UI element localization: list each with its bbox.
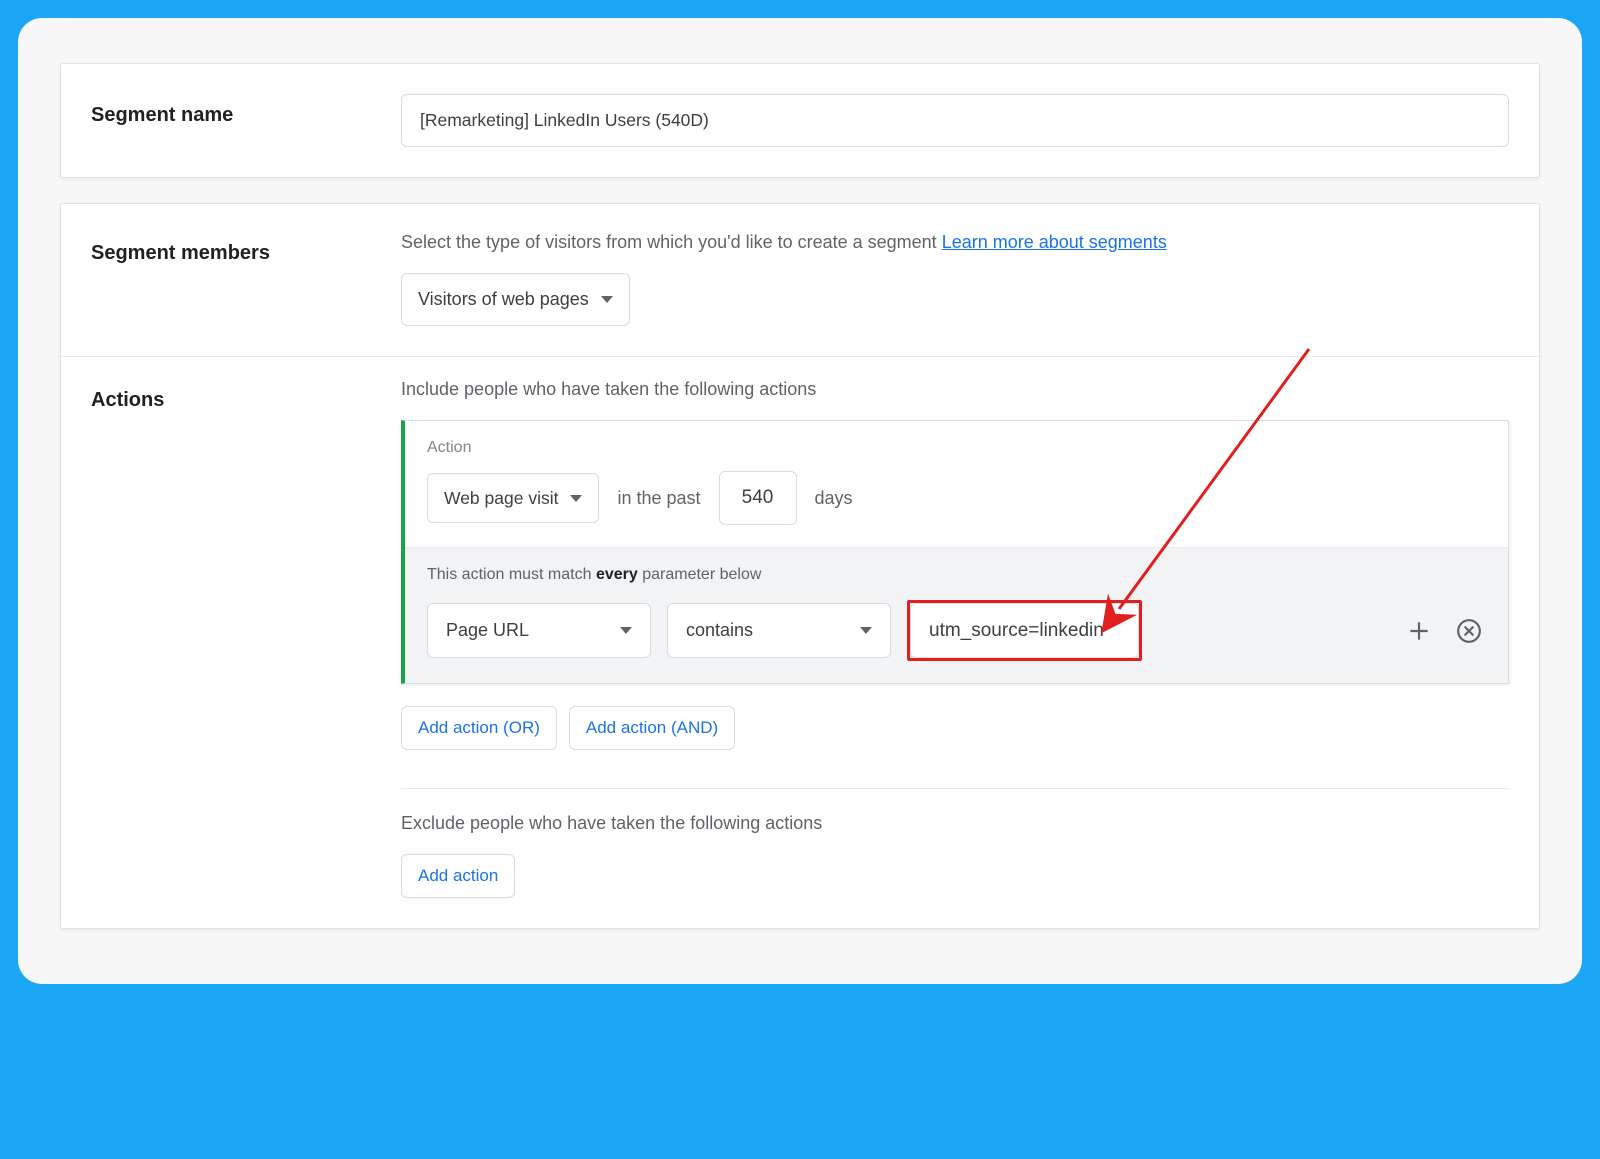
param-field-selected: Page URL (446, 620, 529, 641)
exclude-subtitle: Exclude people who have taken the follow… (401, 813, 1509, 834)
action-type-dropdown[interactable]: Web page visit (427, 473, 599, 523)
add-action-and-button[interactable]: Add action (AND) (569, 706, 735, 750)
close-circle-icon (1456, 618, 1482, 644)
learn-more-link[interactable]: Learn more about segments (942, 232, 1167, 252)
plus-icon (1406, 618, 1432, 644)
segment-name-card: Segment name (60, 63, 1540, 178)
actions-label: Actions (91, 379, 401, 898)
past-text: in the past (617, 488, 700, 509)
action-heading: Action (427, 439, 1486, 457)
segment-name-input[interactable] (401, 94, 1509, 147)
visitor-type-selected: Visitors of web pages (418, 289, 589, 310)
param-operator-dropdown[interactable]: contains (667, 603, 891, 658)
segment-members-desc-text: Select the type of visitors from which y… (401, 232, 942, 252)
param-title-bold: every (596, 566, 638, 583)
add-action-row: Add action (OR) Add action (AND) (401, 706, 1509, 750)
remove-parameter-button[interactable] (1452, 614, 1486, 648)
param-value-input[interactable] (910, 603, 1139, 658)
segment-members-card: Segment members Select the type of visit… (60, 203, 1540, 929)
parameter-block: This action must match every parameter b… (405, 547, 1508, 683)
param-value-highlight (907, 600, 1142, 661)
add-parameter-button[interactable] (1402, 614, 1436, 648)
divider (401, 788, 1509, 789)
chevron-down-icon (860, 627, 872, 634)
chevron-down-icon (601, 296, 613, 303)
chevron-down-icon (620, 627, 632, 634)
include-subtitle: Include people who have taken the follow… (401, 379, 1509, 400)
segment-members-description: Select the type of visitors from which y… (401, 232, 1509, 253)
days-input[interactable] (719, 471, 797, 525)
segment-name-label: Segment name (91, 94, 401, 127)
param-operator-selected: contains (686, 620, 753, 641)
add-action-or-button[interactable]: Add action (OR) (401, 706, 557, 750)
chevron-down-icon (570, 495, 582, 502)
segment-members-row: Segment members Select the type of visit… (61, 204, 1539, 356)
page-container: Segment name Segment members Select the … (18, 18, 1582, 984)
add-exclude-action-button[interactable]: Add action (401, 854, 515, 898)
parameter-title: This action must match every parameter b… (427, 566, 1486, 584)
param-field-dropdown[interactable]: Page URL (427, 603, 651, 658)
segment-name-row: Segment name (91, 94, 1509, 147)
param-title-suffix: parameter below (638, 566, 762, 583)
days-label: days (815, 488, 853, 509)
action-type-selected: Web page visit (444, 488, 558, 509)
actions-section: Actions Include people who have taken th… (61, 357, 1539, 928)
segment-members-label: Segment members (91, 232, 401, 326)
param-title-prefix: This action must match (427, 566, 596, 583)
visitor-type-dropdown[interactable]: Visitors of web pages (401, 273, 630, 326)
action-card: Action Web page visit in the past days (401, 420, 1509, 684)
